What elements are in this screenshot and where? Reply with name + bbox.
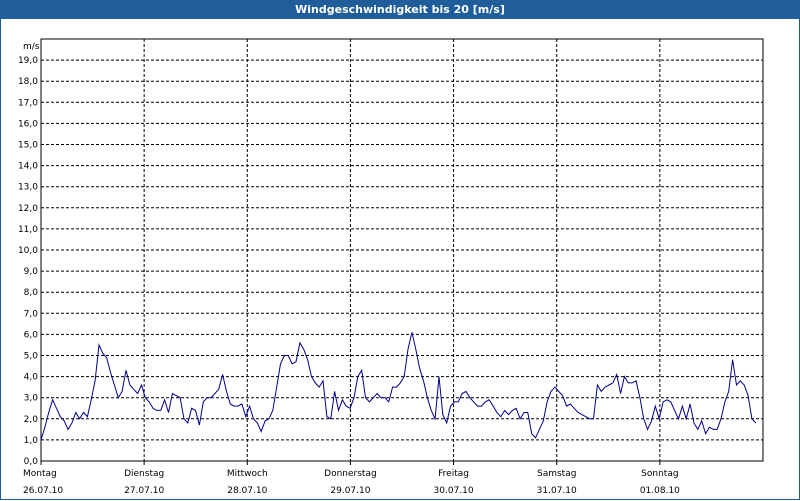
x-date-label: 30.07.10 [434,486,474,496]
wind-speed-chart: m/s 0,0 1,0 2,0 3,0 4,0 5,0 6,0 7,0 8,0 9,0 10,0 11… [18,38,764,496]
y-tick-label: 15,0 [18,141,38,151]
x-day-label: Montag [23,469,57,479]
y-tick-label: 13,0 [18,183,38,193]
x-day-label: Samstag [537,469,576,479]
y-tick-label: 18,0 [18,77,38,87]
x-date-label: 29.07.10 [330,486,370,496]
x-date-label: 26.07.10 [23,486,63,496]
y-tick-label: 16,0 [18,119,38,129]
y-tick-label: 4,0 [24,373,39,383]
x-date-label: 01.08.10 [640,486,680,496]
x-date-label: 27.07.10 [124,486,164,496]
y-tick-label: 12,0 [18,204,38,214]
chart-window: Windgeschwindigkeit bis 20 [m/s] m/s 0,0… [0,0,800,500]
x-day-label: Freitag [438,469,469,479]
x-day-label: Mittwoch [227,469,268,479]
y-tick-label: 9,0 [24,267,39,277]
y-tick-label: 10,0 [18,246,38,256]
y-tick-label: 8,0 [24,288,39,298]
y-tick-label: 14,0 [18,162,38,172]
y-tick-label: 5,0 [24,352,39,362]
x-day-label: Donnerstag [324,469,377,479]
y-tick-label: 7,0 [24,309,39,319]
x-axis-labels: Montag 26.07.10 Dienstag 27.07.10 Mittwoch 28… [23,461,680,496]
y-tick-label: 2,0 [24,415,39,425]
y-tick-label: 0,0 [24,457,39,467]
x-date-label: 28.07.10 [227,486,267,496]
x-day-label: Dienstag [124,469,164,479]
y-axis-ticks: 0,0 1,0 2,0 3,0 4,0 5,0 6,0 7,0 8,0 9,0 10,0 11,0 12… [18,56,38,467]
y-tick-label: 11,0 [18,225,38,235]
y-tick-label: 6,0 [24,330,39,340]
y-tick-label: 17,0 [18,98,38,108]
y-tick-label: 1,0 [24,436,39,446]
x-day-label: Sonntag [641,469,678,479]
y-tick-label: 3,0 [24,394,39,404]
y-tick-label: 19,0 [18,56,38,66]
y-axis-unit-label: m/s [23,42,40,52]
x-date-label: 31.07.10 [537,486,577,496]
